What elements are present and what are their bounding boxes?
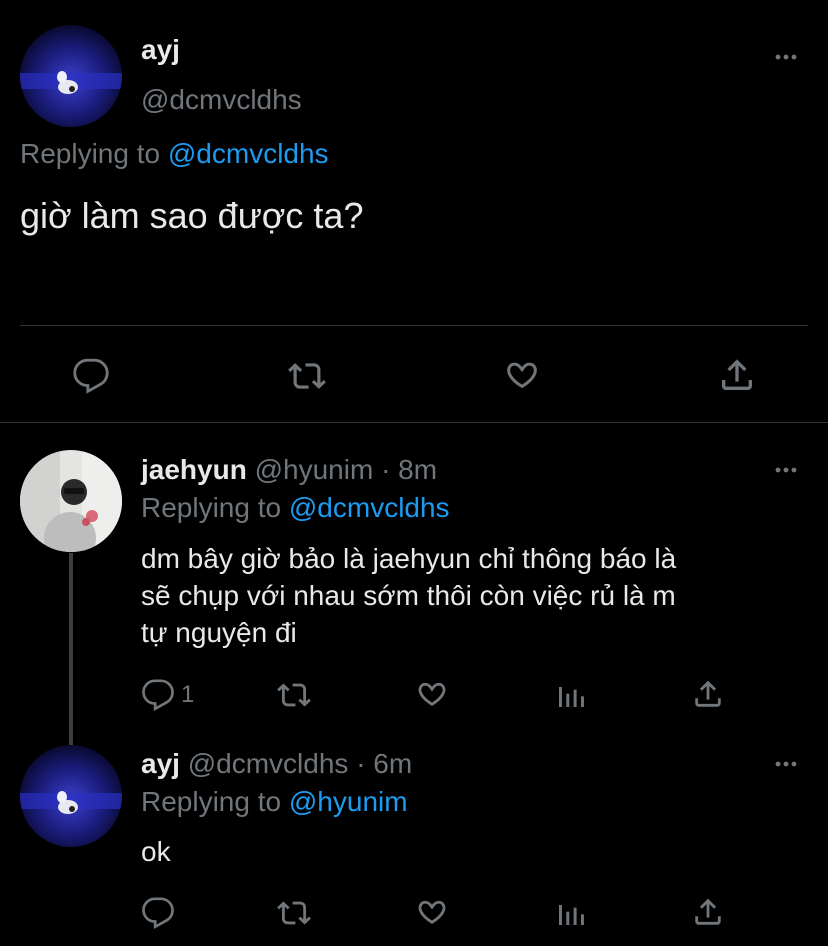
- reply-header: ayj @dcmvcldhs · 6m: [141, 748, 412, 780]
- reply-button[interactable]: [141, 896, 175, 930]
- tweet-text-line: dm bây giờ bảo là jaehyun chỉ thông báo …: [141, 543, 677, 574]
- heart-icon: [418, 682, 446, 706]
- tweet-text-line: sẽ chụp với nhau sớm thôi còn việc rủ là…: [141, 580, 676, 611]
- reply-bubble-icon: [142, 897, 174, 930]
- tweet-text-line: tự nguyện đi: [141, 617, 297, 648]
- reply-button[interactable]: 1: [141, 678, 194, 712]
- like-button[interactable]: [414, 894, 450, 930]
- replying-to-line: Replying to @hyunim: [141, 786, 408, 818]
- retweet-button[interactable]: [276, 896, 312, 930]
- replying-to-link[interactable]: @dcmvcldhs: [289, 492, 450, 523]
- author-name[interactable]: ayj: [141, 34, 180, 66]
- reply-bubble-icon: [73, 358, 109, 394]
- thread-connector: [69, 553, 73, 745]
- reply-button[interactable]: [72, 357, 110, 395]
- reply-header: jaehyun @hyunim · 8m: [141, 454, 437, 486]
- analytics-button[interactable]: [555, 896, 587, 930]
- retweet-icon: [277, 901, 311, 925]
- divider: [20, 325, 808, 326]
- heart-icon: [507, 362, 537, 389]
- replying-label: Replying to: [141, 786, 282, 817]
- timestamp[interactable]: · 8m: [381, 454, 437, 485]
- author-name[interactable]: jaehyun: [141, 454, 247, 485]
- retweet-button[interactable]: [276, 678, 312, 712]
- replying-to-line: Replying to @dcmvcldhs: [20, 138, 329, 170]
- tweet-text: dm bây giờ bảo là jaehyun chỉ thông báo …: [141, 540, 676, 651]
- replying-to-link[interactable]: @dcmvcldhs: [168, 138, 329, 169]
- analytics-icon: [559, 905, 584, 925]
- reply-count: 1: [181, 681, 195, 708]
- avatar-ayj[interactable]: [20, 745, 122, 847]
- retweet-icon: [288, 363, 326, 389]
- share-icon: [722, 359, 752, 390]
- reply-bubble-icon: [142, 679, 174, 712]
- retweet-icon: [277, 683, 311, 707]
- share-icon: [695, 898, 721, 925]
- share-button[interactable]: [691, 894, 725, 930]
- heart-icon: [418, 900, 446, 924]
- avatar-ayj[interactable]: [20, 25, 122, 127]
- author-handle[interactable]: @hyunim: [255, 454, 374, 485]
- author-handle[interactable]: @dcmvcldhs: [188, 748, 349, 779]
- like-button[interactable]: [414, 676, 450, 712]
- share-button[interactable]: [717, 355, 757, 395]
- section-divider: [0, 422, 828, 423]
- replying-label: Replying to: [141, 492, 282, 523]
- author-name[interactable]: ayj: [141, 748, 180, 779]
- analytics-button[interactable]: [555, 678, 587, 712]
- replying-to-link[interactable]: @hyunim: [289, 786, 408, 817]
- share-icon: [695, 680, 721, 707]
- tweet-text: ok: [141, 836, 171, 867]
- timestamp[interactable]: · 6m: [356, 748, 412, 779]
- share-button[interactable]: [691, 676, 725, 712]
- analytics-icon: [559, 687, 584, 707]
- like-button[interactable]: [502, 355, 542, 395]
- more-horizontal-icon[interactable]: [774, 759, 798, 769]
- replying-label: Replying to: [20, 138, 161, 169]
- more-horizontal-icon[interactable]: [774, 465, 798, 475]
- author-handle[interactable]: @dcmvcldhs: [141, 84, 302, 116]
- replying-to-line: Replying to @dcmvcldhs: [141, 492, 450, 524]
- tweet-text: giờ làm sao được ta?: [20, 195, 364, 236]
- retweet-button[interactable]: [287, 357, 327, 395]
- more-horizontal-icon[interactable]: [774, 52, 798, 62]
- avatar-jaehyun[interactable]: [20, 450, 122, 552]
